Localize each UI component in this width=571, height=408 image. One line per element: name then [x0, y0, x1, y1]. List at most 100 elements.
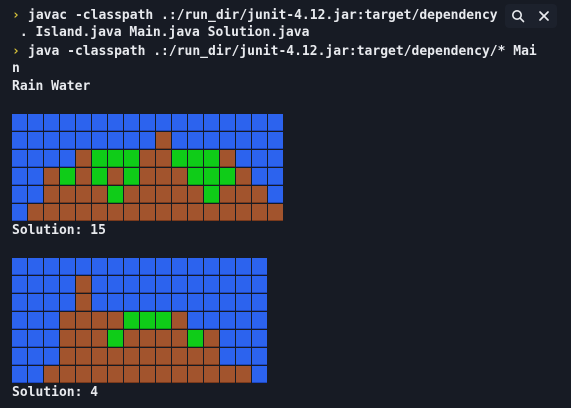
command-text: . Island.java Main.java Solution.java [12, 25, 310, 40]
land-cell [188, 186, 203, 203]
water-cell [108, 258, 123, 275]
land-cell [108, 168, 123, 185]
water-cell [12, 114, 27, 131]
water-cell [44, 348, 59, 365]
water-cell [188, 294, 203, 311]
water-cell [60, 150, 75, 167]
water-cell [220, 132, 235, 149]
land-cell [92, 204, 107, 221]
water-cell [252, 132, 267, 149]
land-cell [252, 204, 267, 221]
command-text: javac -classpath .:/run_dir/junit-4.12.j… [28, 8, 498, 23]
land-cell [108, 312, 123, 329]
land-cell [140, 150, 155, 167]
terminal-toolbar [505, 4, 557, 28]
land-cell [172, 186, 187, 203]
trapped-water-cell [92, 168, 107, 185]
water-cell [172, 114, 187, 131]
trapped-water-cell [108, 186, 123, 203]
land-cell [140, 186, 155, 203]
water-cell [204, 114, 219, 131]
land-cell [188, 204, 203, 221]
water-cell [172, 294, 187, 311]
water-cell [236, 312, 251, 329]
close-button[interactable] [534, 6, 554, 26]
water-cell [12, 150, 27, 167]
land-cell [28, 204, 43, 221]
land-cell [124, 348, 139, 365]
water-cell [12, 366, 27, 383]
land-cell [76, 366, 91, 383]
land-cell [156, 330, 171, 347]
water-cell [12, 204, 27, 221]
trapped-water-cell [124, 150, 139, 167]
water-cell [60, 258, 75, 275]
water-cell [268, 114, 283, 131]
water-cell [140, 132, 155, 149]
water-cell [204, 132, 219, 149]
land-cell [172, 168, 187, 185]
land-cell [140, 330, 155, 347]
rain-water-grid-2 [12, 258, 267, 383]
water-cell [156, 114, 171, 131]
water-cell [28, 312, 43, 329]
water-cell [12, 258, 27, 275]
command-text: n [12, 61, 20, 76]
water-cell [236, 294, 251, 311]
land-cell [172, 330, 187, 347]
land-cell [76, 294, 91, 311]
water-cell [44, 132, 59, 149]
water-cell [28, 114, 43, 131]
land-cell [204, 366, 219, 383]
water-cell [28, 276, 43, 293]
water-cell [92, 258, 107, 275]
close-icon [539, 11, 549, 21]
land-cell [220, 204, 235, 221]
water-cell [236, 114, 251, 131]
land-cell [236, 186, 251, 203]
land-cell [140, 348, 155, 365]
search-button[interactable] [508, 6, 528, 26]
land-cell [60, 330, 75, 347]
water-cell [220, 294, 235, 311]
water-cell [12, 132, 27, 149]
water-cell [204, 258, 219, 275]
water-cell [140, 114, 155, 131]
water-cell [44, 150, 59, 167]
water-cell [188, 312, 203, 329]
water-cell [172, 132, 187, 149]
water-cell [236, 150, 251, 167]
water-cell [268, 132, 283, 149]
land-cell [204, 204, 219, 221]
land-cell [204, 348, 219, 365]
water-cell [12, 330, 27, 347]
water-cell [220, 276, 235, 293]
water-cell [236, 276, 251, 293]
water-cell [92, 114, 107, 131]
trapped-water-cell [188, 330, 203, 347]
command-line-1: › javac -classpath .:/run_dir/junit-4.12.… [12, 7, 498, 24]
water-cell [252, 294, 267, 311]
water-cell [220, 312, 235, 329]
land-cell [156, 348, 171, 365]
land-cell [188, 366, 203, 383]
water-cell [252, 366, 267, 383]
water-cell [28, 258, 43, 275]
land-cell [172, 366, 187, 383]
water-cell [220, 330, 235, 347]
land-cell [76, 276, 91, 293]
water-cell [188, 132, 203, 149]
water-cell [252, 276, 267, 293]
land-cell [92, 366, 107, 383]
solution-line-2: Solution: 4 [12, 385, 99, 400]
land-cell [92, 348, 107, 365]
water-cell [92, 294, 107, 311]
water-cell [44, 258, 59, 275]
rain-water-grid-1 [12, 114, 283, 221]
water-cell [92, 132, 107, 149]
water-cell [28, 168, 43, 185]
land-cell [220, 150, 235, 167]
water-cell [236, 258, 251, 275]
land-cell [76, 150, 91, 167]
trapped-water-cell [220, 168, 235, 185]
